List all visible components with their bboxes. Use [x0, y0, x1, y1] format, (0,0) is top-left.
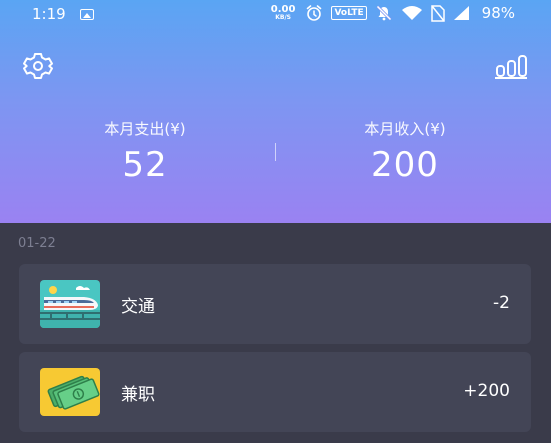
record-item-transport[interactable]: 交通 -2 [19, 264, 531, 344]
train-icon [40, 280, 100, 328]
money-icon [40, 368, 100, 416]
monthly-expense-summary: 本月支出(¥) 52 [50, 118, 240, 185]
screen: 1:19 0.00 KB/S VoLTE 98% 本月支出(¥) 52 本月收入… [0, 0, 551, 443]
record-category-label: 交通 [121, 297, 155, 317]
status-right-group: 0.00 KB/S VoLTE 98% [271, 4, 515, 22]
record-date-header: 01-22 [18, 236, 56, 251]
volte-badge: VoLTE [331, 6, 367, 20]
network-speed-unit: KB/S [275, 14, 291, 21]
gear-icon[interactable] [22, 50, 54, 82]
records-list: 01-22 交通 -2 兼职 +200 [0, 223, 551, 443]
monthly-expense-value: 52 [122, 145, 168, 185]
bar-chart-icon[interactable] [494, 52, 528, 80]
status-time: 1:19 [32, 5, 66, 23]
image-notification-icon [80, 9, 94, 20]
summary-divider [275, 143, 276, 161]
network-speed: 0.00 KB/S [271, 5, 296, 21]
notifications-off-icon [376, 5, 392, 21]
wifi-icon [401, 6, 422, 20]
no-sim-icon [430, 4, 445, 22]
cell-signal-icon [453, 6, 469, 20]
record-item-part-time[interactable]: 兼职 +200 [19, 352, 531, 432]
monthly-income-summary: 本月收入(¥) 200 [310, 118, 500, 185]
record-amount: -2 [493, 293, 510, 313]
monthly-expense-label: 本月支出(¥) [104, 120, 186, 138]
record-amount: +200 [463, 381, 510, 401]
summary-header: 1:19 0.00 KB/S VoLTE 98% 本月支出(¥) 52 本月收入… [0, 0, 551, 223]
monthly-income-value: 200 [371, 145, 439, 185]
battery-level: 98% [481, 4, 515, 22]
status-bar: 1:19 0.00 KB/S VoLTE 98% [0, 0, 551, 30]
alarm-icon [307, 5, 322, 21]
record-category-label: 兼职 [121, 385, 155, 405]
monthly-income-label: 本月收入(¥) [364, 120, 446, 138]
